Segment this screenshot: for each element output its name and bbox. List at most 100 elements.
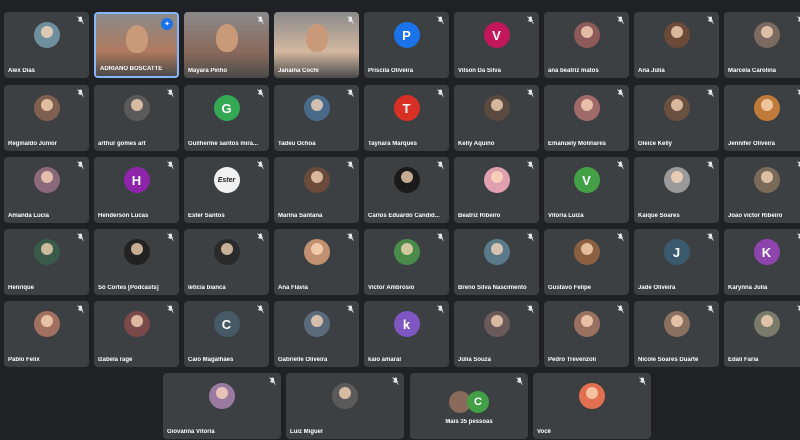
participant-name: ADRIANO BOSCATTE	[100, 66, 163, 72]
mic-off-icon	[617, 161, 624, 171]
participant-tile[interactable]: Joao victor Ribeiro	[724, 157, 800, 223]
avatar	[753, 95, 780, 122]
participant-tile[interactable]: Janaina Cochi	[274, 12, 359, 78]
avatar	[573, 239, 600, 266]
participant-tile[interactable]: Luiz Miguel	[286, 373, 404, 439]
participant-name: Kelly Aquino	[458, 141, 495, 147]
participant-tile[interactable]: Nicole Soares Duarte	[634, 301, 719, 367]
participant-tile[interactable]: C Caio Magalhães	[184, 301, 269, 367]
mic-off-icon	[77, 89, 84, 99]
participant-tile[interactable]: Ëdali Faria	[724, 301, 800, 367]
avatar: V	[483, 22, 510, 49]
avatar	[303, 239, 330, 266]
participant-tile[interactable]: T Taynara Marques	[364, 85, 449, 151]
avatar	[123, 95, 150, 122]
participant-tile[interactable]: Gleice Kelly	[634, 85, 719, 151]
participant-tile[interactable]: H Henderson Lucas	[94, 157, 179, 223]
participant-tile[interactable]: Pablo Felix	[4, 301, 89, 367]
participant-tile[interactable]: Só Cortes [Podcasts]	[94, 229, 179, 295]
participant-tile[interactable]: V Vilson Da Silva	[454, 12, 539, 78]
participant-tile[interactable]: G Guilherme santos mira...	[184, 85, 269, 151]
participant-tile[interactable]: Mayara Pinho	[184, 12, 269, 78]
participant-tile[interactable]: Beatriz Ribeiro	[454, 157, 539, 223]
avatar	[663, 167, 690, 194]
avatar	[123, 311, 150, 338]
avatar	[332, 383, 358, 410]
participant-tile[interactable]: Marina Santana	[274, 157, 359, 223]
mic-off-icon	[707, 16, 714, 26]
avatar: C	[213, 311, 240, 338]
participant-name: Só Cortes [Podcasts]	[98, 285, 159, 291]
participant-name: Emanuely Molinares	[548, 141, 607, 147]
participant-tile[interactable]: Emanuely Molinares	[544, 85, 629, 151]
avatar	[303, 167, 330, 194]
avatar	[393, 239, 420, 266]
mic-off-icon	[257, 305, 264, 315]
participant-tile[interactable]: Alex Dias	[4, 12, 89, 78]
participant-tile[interactable]: Kelly Aquino	[454, 85, 539, 151]
mic-off-icon	[347, 16, 354, 26]
participant-name: kaio amaral	[368, 357, 402, 363]
participant-tile[interactable]: Giovanna Vitoria	[163, 373, 281, 439]
mic-off-icon	[437, 16, 444, 26]
participant-name: Ana Flávia	[278, 285, 309, 291]
avatar	[573, 22, 600, 49]
participant-tile[interactable]: ✦ ADRIANO BOSCATTE	[94, 12, 179, 78]
participant-tile[interactable]: Jennifer Oliveira	[724, 85, 800, 151]
participant-name: Beatriz Ribeiro	[458, 213, 501, 219]
participant-tile[interactable]: Kaique Soares	[634, 157, 719, 223]
avatar	[33, 22, 60, 49]
avatar	[483, 311, 510, 338]
participant-tile[interactable]: Ana Flávia	[274, 229, 359, 295]
participant-tile[interactable]: k kaio amaral	[364, 301, 449, 367]
mic-off-icon	[437, 233, 444, 243]
participant-tile[interactable]: arthur gomes art	[94, 85, 179, 151]
mic-off-icon	[437, 305, 444, 315]
mic-off-icon	[437, 161, 444, 171]
participant-name: Nicole Soares Duarte	[638, 357, 699, 363]
participant-tile[interactable]: P Priscila Oliveira	[364, 12, 449, 78]
participant-tile[interactable]: Reginaldo Júnior	[4, 85, 89, 151]
participant-name: Breno Silva Nascimento	[458, 285, 527, 291]
mic-off-icon	[167, 161, 174, 171]
participant-name: Amanda Lucia	[8, 213, 50, 219]
participant-tile[interactable]: Marcela Carolina	[724, 12, 800, 78]
participant-tile[interactable]: Ester Ester Santos	[184, 157, 269, 223]
participant-tile[interactable]: Henrique	[4, 229, 89, 295]
avatar	[33, 167, 60, 194]
participant-tile[interactable]: ana beatriz matos	[544, 12, 629, 78]
participant-tile[interactable]: Gustavo Felipe	[544, 229, 629, 295]
participant-tile[interactable]: Breno Silva Nascimento	[454, 229, 539, 295]
participant-name: Caio Magalhães	[188, 357, 234, 363]
participant-tile[interactable]: Ana Júlia	[634, 12, 719, 78]
mic-off-icon	[257, 89, 264, 99]
participant-name: Marcela Carolina	[728, 68, 777, 74]
participant-tile[interactable]: Amanda Lucia	[4, 157, 89, 223]
participant-name: Alex Dias	[8, 68, 36, 74]
participant-tile[interactable]: Júlia Souza	[454, 301, 539, 367]
participant-tile[interactable]: Victor Ambrosio	[364, 229, 449, 295]
mic-off-icon	[707, 161, 714, 171]
avatar	[33, 239, 60, 266]
participant-name: arthur gomes art	[98, 141, 146, 147]
participant-tile[interactable]: leticia bianca	[184, 229, 269, 295]
avatar	[303, 311, 330, 338]
participant-tile[interactable]: V Vitoria Luiza	[544, 157, 629, 223]
participant-tile[interactable]: Izabela rage	[94, 301, 179, 367]
participant-tile[interactable]: K Karynna Julia	[724, 229, 800, 295]
participant-tile[interactable]: Carlos Eduardo Candid...	[364, 157, 449, 223]
participant-name: Kaique Soares	[638, 213, 680, 219]
participant-tile[interactable]: Gabrielle Oliveira	[274, 301, 359, 367]
participant-tile[interactable]: Tadeu Ochoa	[274, 85, 359, 151]
avatar	[483, 95, 510, 122]
pin-icon[interactable]: ✦	[161, 18, 173, 30]
participant-tile[interactable]: J Jade Oliveira	[634, 229, 719, 295]
participant-name: Você	[537, 429, 551, 435]
mic-off-icon	[527, 233, 534, 243]
more-participants-tile[interactable]: C Mais 35 pessoas	[410, 373, 528, 439]
participant-tile[interactable]: Você	[533, 373, 651, 439]
participant-name: Júlia Souza	[458, 357, 492, 363]
participant-tile[interactable]: Pedro Trevenzoli	[544, 301, 629, 367]
mic-off-icon	[347, 305, 354, 315]
mic-off-icon	[77, 16, 84, 26]
